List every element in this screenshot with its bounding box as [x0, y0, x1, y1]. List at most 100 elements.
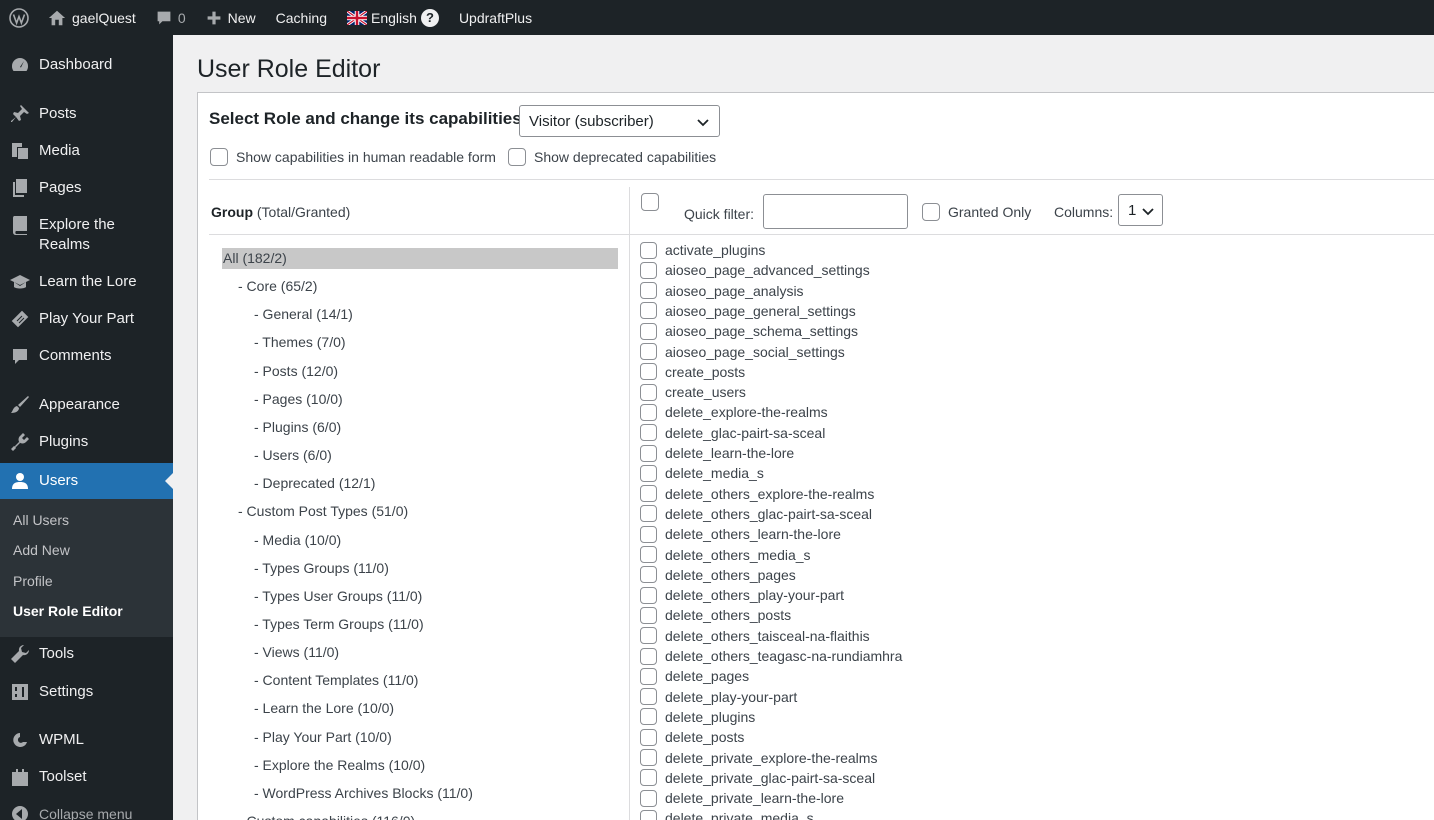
capability-row[interactable]: delete_learn-the-lore	[640, 443, 794, 463]
capability-checkbox[interactable]	[640, 464, 657, 482]
capability-row[interactable]: aioseo_page_analysis	[640, 281, 804, 301]
capability-row[interactable]: delete_others_explore-the-realms	[640, 484, 874, 504]
group-item[interactable]: - Explore the Realms (10/0)	[254, 755, 425, 776]
capability-row[interactable]: delete_private_explore-the-realms	[640, 748, 877, 768]
capability-checkbox[interactable]	[640, 749, 657, 766]
capability-checkbox[interactable]	[640, 363, 657, 381]
capability-checkbox[interactable]	[640, 586, 657, 604]
submenu-all-users[interactable]: All Users	[13, 512, 69, 528]
capability-checkbox[interactable]	[640, 728, 657, 746]
group-item[interactable]: - Themes (7/0)	[254, 332, 346, 353]
capability-checkbox[interactable]	[640, 343, 657, 360]
group-item[interactable]: - Content Templates (11/0)	[254, 670, 418, 691]
sidebar-item-media[interactable]: Media	[0, 141, 173, 161]
group-item[interactable]: - Posts (12/0)	[254, 361, 338, 382]
granted-only-checkbox[interactable]	[922, 203, 940, 221]
capability-row[interactable]: create_users	[640, 382, 746, 402]
capability-row[interactable]: delete_others_posts	[640, 605, 791, 625]
capability-row[interactable]: delete_pages	[640, 666, 749, 686]
capability-row[interactable]: delete_others_teagasc-na-rundiamhra	[640, 646, 902, 666]
capability-checkbox[interactable]	[640, 809, 657, 820]
capability-row[interactable]: aioseo_page_advanced_settings	[640, 260, 870, 280]
site-name-link[interactable]: gaelQuest	[38, 0, 146, 35]
capability-checkbox[interactable]	[640, 444, 657, 462]
help-icon[interactable]: ?	[420, 8, 439, 27]
group-item[interactable]: - Play Your Part (10/0)	[254, 727, 392, 748]
group-item[interactable]: - Types User Groups (11/0)	[254, 586, 422, 607]
group-item[interactable]: - General (14/1)	[254, 304, 353, 325]
capability-checkbox[interactable]	[640, 383, 657, 401]
capability-checkbox[interactable]	[640, 505, 657, 523]
sidebar-item-explore-the-realms[interactable]: Explore the Realms	[0, 215, 173, 255]
capability-checkbox[interactable]	[640, 546, 657, 563]
sidebar-item-pages[interactable]: Pages	[0, 178, 173, 198]
capability-row[interactable]: delete_glac-pairt-sa-sceal	[640, 423, 825, 443]
capability-checkbox[interactable]	[640, 485, 657, 503]
quick-filter-input[interactable]	[763, 194, 908, 229]
sidebar-item-appearance[interactable]: Appearance	[0, 395, 173, 415]
capability-checkbox[interactable]	[640, 322, 657, 340]
capability-row[interactable]: delete_plugins	[640, 707, 755, 727]
capability-row[interactable]: delete_others_taisceal-na-flaithis	[640, 626, 870, 646]
capability-row[interactable]: delete_private_glac-pairt-sa-sceal	[640, 768, 875, 788]
capability-row[interactable]: aioseo_page_general_settings	[640, 301, 856, 321]
submenu-user-role-editor[interactable]: User Role Editor	[13, 603, 123, 619]
group-item[interactable]: - Views (11/0)	[254, 642, 339, 663]
capability-checkbox[interactable]	[640, 688, 657, 706]
human-readable-option[interactable]: Show capabilities in human readable form	[210, 148, 496, 166]
group-item[interactable]: - Custom capabilities (116/0)	[238, 811, 415, 820]
group-item[interactable]: - Types Term Groups (11/0)	[254, 614, 424, 635]
sidebar-item-posts[interactable]: Posts	[0, 104, 173, 124]
sidebar-item-plugins[interactable]: Plugins	[0, 432, 173, 452]
collapse-menu-button[interactable]: Collapse menu	[0, 804, 173, 820]
capability-checkbox[interactable]	[640, 789, 657, 807]
role-select[interactable]: Visitor (subscriber)	[519, 105, 720, 137]
capability-checkbox[interactable]	[640, 627, 657, 645]
group-item[interactable]: - Deprecated (12/1)	[254, 473, 375, 494]
sidebar-item-settings[interactable]: Settings	[0, 682, 173, 702]
capability-checkbox[interactable]	[640, 525, 657, 543]
capability-checkbox[interactable]	[640, 282, 657, 300]
sidebar-item-users[interactable]: Users	[0, 463, 173, 499]
sidebar-item-comments[interactable]: Comments	[0, 346, 173, 366]
select-all-checkbox[interactable]	[641, 193, 659, 211]
capability-checkbox[interactable]	[640, 424, 657, 442]
sidebar-item-toolset[interactable]: Toolset	[0, 767, 173, 787]
capability-row[interactable]: delete_private_learn-the-lore	[640, 788, 844, 808]
group-item[interactable]: - Media (10/0)	[254, 530, 341, 551]
capability-checkbox[interactable]	[640, 708, 657, 726]
capability-row[interactable]: delete_others_media_s	[640, 545, 811, 565]
capability-row[interactable]: create_posts	[640, 362, 745, 382]
comments-link[interactable]: 0	[146, 0, 196, 35]
capability-checkbox[interactable]	[640, 566, 657, 584]
new-content-link[interactable]: New	[196, 0, 266, 35]
columns-select[interactable]: 1	[1118, 194, 1163, 226]
sidebar-item-play-your-part[interactable]: Play Your Part	[0, 309, 173, 329]
capability-row[interactable]: aioseo_page_social_settings	[640, 342, 845, 362]
sidebar-item-wpml[interactable]: WPML	[0, 730, 173, 750]
group-item[interactable]: - Core (65/2)	[238, 276, 317, 297]
capability-row[interactable]: aioseo_page_schema_settings	[640, 321, 858, 341]
group-item[interactable]: - Plugins (6/0)	[254, 417, 341, 438]
capability-row[interactable]: delete_posts	[640, 727, 744, 747]
submenu-add-new[interactable]: Add New	[13, 542, 70, 558]
capability-row[interactable]: delete_explore-the-realms	[640, 402, 828, 422]
capability-checkbox[interactable]	[640, 261, 657, 279]
capability-checkbox[interactable]	[640, 606, 657, 624]
group-item[interactable]: - Pages (10/0)	[254, 389, 343, 410]
capability-row[interactable]: delete_media_s	[640, 463, 764, 483]
group-item[interactable]: - Learn the Lore (10/0)	[254, 698, 394, 719]
capability-row[interactable]: activate_plugins	[640, 240, 765, 260]
wordpress-logo-icon[interactable]	[0, 0, 38, 35]
group-item[interactable]: - Types Groups (11/0)	[254, 558, 389, 579]
deprecated-checkbox[interactable]	[508, 148, 526, 166]
capability-checkbox[interactable]	[640, 667, 657, 685]
caching-link[interactable]: Caching	[266, 0, 337, 35]
capability-checkbox[interactable]	[640, 302, 657, 320]
capability-row[interactable]: delete_others_glac-pairt-sa-sceal	[640, 504, 872, 524]
submenu-profile[interactable]: Profile	[13, 573, 53, 589]
group-item[interactable]: All (182/2)	[222, 248, 618, 269]
sidebar-item-dashboard[interactable]: Dashboard	[0, 55, 173, 75]
capability-checkbox[interactable]	[640, 241, 657, 259]
capability-checkbox[interactable]	[640, 647, 657, 665]
